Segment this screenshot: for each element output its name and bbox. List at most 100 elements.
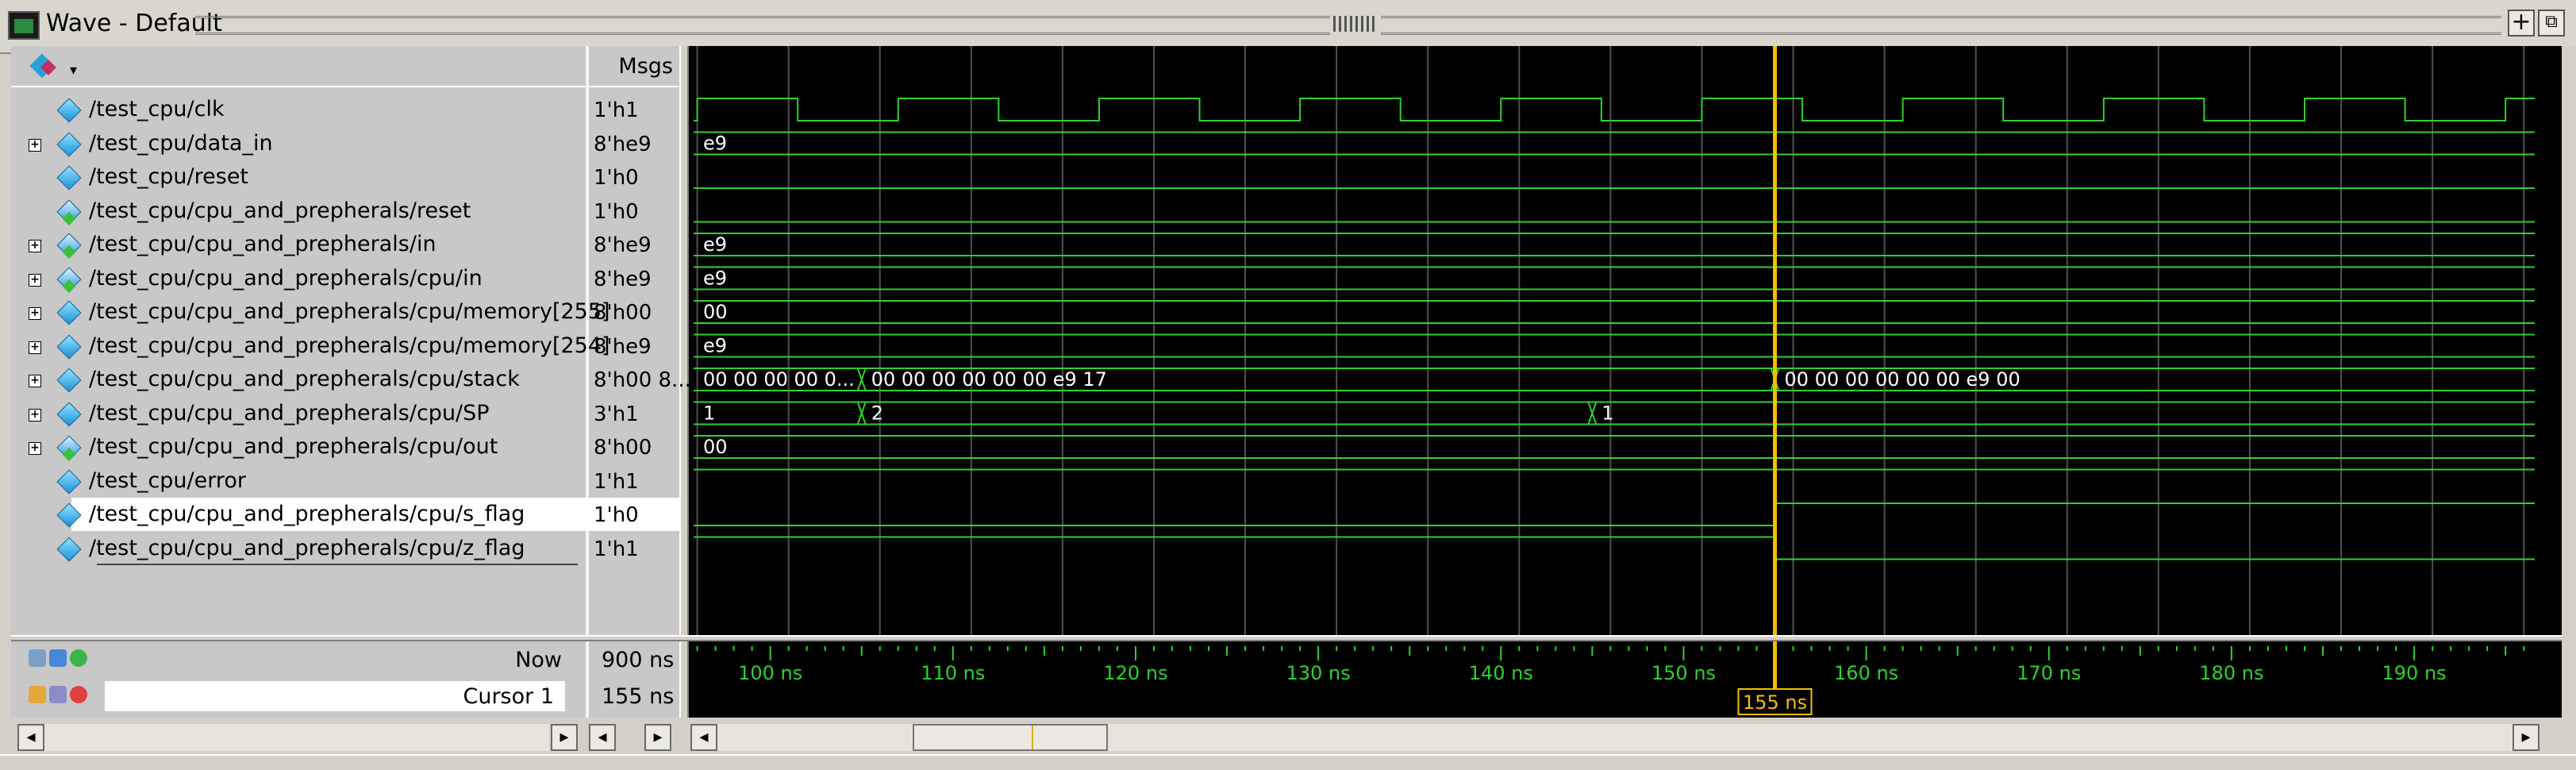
signal-value: 8'he9 [594,132,652,156]
layers-icon[interactable] [29,52,62,81]
signal-wave [694,536,2535,560]
add-icon[interactable] [70,649,87,667]
signal-row[interactable]: + /test_cpu/cpu_and_prepherals/cpu/out 8'h… [0,431,682,464]
expand-icon[interactable]: + [29,375,41,387]
cursor-time-label: 155 ns [1743,691,1807,714]
signal-name: /test_cpu/reset [89,164,249,189]
name-scroll-right-button[interactable]: ▸ [551,724,578,751]
signal-row[interactable]: /test_cpu/cpu_and_prepherals/reset 1'h0 [0,195,682,229]
horizontal-divider[interactable] [11,635,2562,641]
tick-label: 150 ns [1651,662,1716,684]
wave-window-icon [8,11,40,40]
signal-name: /test_cpu/cpu_and_prepherals/in [89,232,436,256]
wave-scroll-thumb[interactable] [913,724,1108,751]
signal-diamond-icon [56,300,82,325]
expand-icon[interactable]: + [29,273,41,287]
tick-label: 110 ns [921,662,985,684]
tick-label: 180 ns [2199,662,2263,684]
edit-icon[interactable] [49,686,67,703]
output-signal-icon [56,435,82,460]
bus-value-label: 00 [703,301,728,323]
expand-icon[interactable]: + [29,307,41,320]
undock-icon[interactable]: ⧉ [2538,10,2565,37]
signal-value: 8'h00 8... [594,368,691,392]
bus-value-label: 2 [871,402,883,425]
cursor-name: Cursor 1 [463,684,554,709]
add-cursor-icon[interactable] [29,649,46,667]
title-grip-left [195,16,1330,35]
bus-value-label: e9 [703,133,727,155]
signal-row[interactable]: /test_cpu/cpu_and_prepherals/cpu/s_flag 1… [0,499,682,532]
timeline-pane[interactable]: 100 ns 110 ns 120 ns 130 ns 140 ns 150 ns 160 … [689,641,2562,718]
bus-value-label: e9 [703,335,727,357]
cursor-options-icon[interactable] [49,649,67,667]
signal-row[interactable]: + /test_cpu/cpu_and_prepherals/cpu/in 8'he… [0,263,682,296]
signal-row[interactable]: /test_cpu/error 1'h1 [0,465,682,499]
signal-row[interactable]: + /test_cpu/cpu_and_prepherals/in 8'he9 [0,229,682,262]
msgs-column-header: Msgs [589,46,679,87]
expand-icon[interactable]: + [29,341,41,354]
signal-value: 1'h1 [594,469,639,494]
cursor-value-pane: 900 ns 155 ns [589,641,679,718]
now-value: 900 ns [602,648,675,672]
tick-label: 100 ns [738,662,802,684]
expand-icon[interactable]: + [29,138,41,152]
bus-transition [856,368,867,391]
waveform-pane[interactable]: e9 e9 e9 00 e9 00 00 00 00 0... 00 00 00 00 00… [689,46,2562,635]
bus-value-label: 1 [1601,402,1613,425]
cursor-value: 155 ns [602,684,675,709]
signal-diamond-icon [56,401,82,427]
signal-value: 8'he9 [594,267,652,291]
signal-name: /test_cpu/cpu_and_prepherals/cpu/memory[… [89,299,610,324]
signal-value: 8'he9 [594,334,652,359]
tick-label: 130 ns [1286,662,1351,684]
bus-value-label: e9 [703,268,727,290]
value-scroll-left-button[interactable]: ◂ [589,724,616,751]
wave-scroll-left-button[interactable]: ◂ [690,724,717,751]
value-scroll-right-button[interactable]: ▸ [644,724,671,751]
bus-value-label: 00 00 00 00 0... [703,368,855,391]
zoom-in-icon[interactable]: + [2508,10,2535,37]
signal-row[interactable]: /test_cpu/clk 1'h1 [0,94,682,127]
input-signal-icon [56,233,82,258]
signal-value: 1'h0 [594,166,639,190]
signal-row[interactable]: /test_cpu/cpu_and_prepherals/cpu/z_flag 1… [0,533,682,566]
bus-value-label: 00 00 00 00 00 00 e9 17 [871,368,1107,391]
signal-diamond-icon [56,536,82,562]
input-signal-icon [56,198,82,225]
tick-label: 120 ns [1103,662,1167,684]
signal-name: /test_cpu/data_in [89,130,273,156]
signal-name: /test_cpu/cpu_and_prepherals/cpu/memory[… [89,333,610,358]
signal-value: 1'h0 [594,199,639,224]
delete-cursor-icon[interactable] [70,686,87,703]
expand-icon[interactable]: + [29,442,41,455]
cursor-name-field[interactable]: Cursor 1 [105,681,565,711]
signal-value: 1'h0 [594,503,639,527]
tick-label: 170 ns [2017,662,2081,684]
signal-row[interactable]: + /test_cpu/data_in 8'he9 [0,128,682,161]
clk-wave [694,98,2535,121]
signal-row[interactable]: + /test_cpu/cpu_and_prepherals/cpu/memory… [0,330,682,364]
signal-row[interactable]: + /test_cpu/cpu_and_prepherals/cpu/SP 3'h1 [0,398,682,431]
signal-row[interactable]: + /test_cpu/cpu_and_prepherals/cpu/memory… [0,296,682,329]
timeline-ruler[interactable]: 100 ns 110 ns 120 ns 130 ns 140 ns 150 ns 160 … [689,641,2562,718]
name-scroll-track[interactable] [44,724,549,751]
name-pane-header: ▾ [11,46,586,87]
signal-row[interactable]: + /test_cpu/cpu_and_prepherals/cpu/stack 8… [0,364,691,397]
signal-value: 8'h00 [594,436,652,460]
signal-name: /test_cpu/clk [89,97,225,121]
chevron-down-icon[interactable]: ▾ [70,62,77,79]
lock-icon[interactable] [29,686,46,703]
tick-label: 160 ns [1834,662,1898,684]
waveform-canvas[interactable]: e9 e9 e9 00 e9 00 00 00 00 0... 00 00 00 00 00… [689,46,2562,635]
vertical-scrollbar[interactable] [2562,46,2576,635]
signal-row[interactable]: /test_cpu/reset 1'h0 [0,161,682,194]
signal-name: /test_cpu/cpu_and_prepherals/cpu/out [89,434,498,459]
expand-icon[interactable]: + [29,408,41,422]
signal-diamond-icon [56,98,82,123]
bus-value-label: e9 [703,233,727,256]
expand-icon[interactable]: + [29,240,41,252]
name-scroll-left-button[interactable]: ◂ [17,724,44,751]
wave-scroll-right-button[interactable]: ▸ [2513,724,2539,751]
drag-handle-icon[interactable] [1333,16,1375,32]
